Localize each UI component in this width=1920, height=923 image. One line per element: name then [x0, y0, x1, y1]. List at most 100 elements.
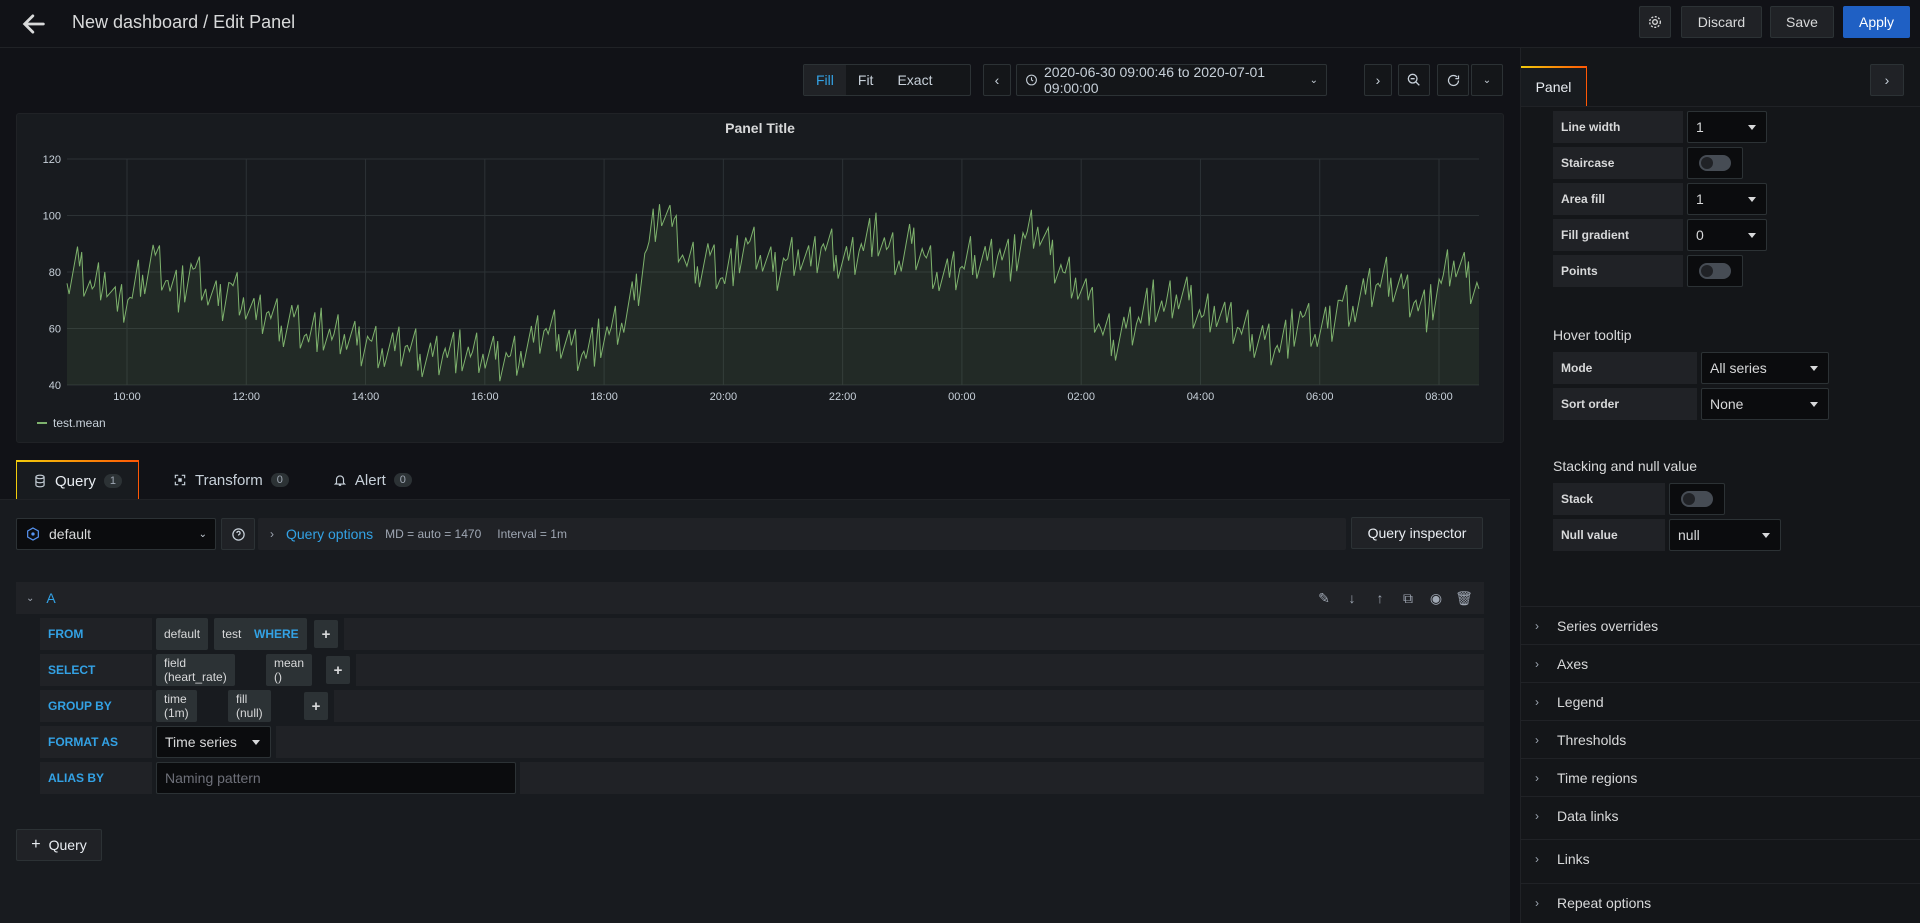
area-fill-label: Area fill	[1553, 183, 1683, 215]
section-label: Axes	[1557, 655, 1589, 672]
format-as-select[interactable]: Time series	[156, 726, 271, 758]
zoom-out-button[interactable]	[1398, 64, 1430, 96]
sort-order-select[interactable]: None	[1701, 388, 1829, 420]
max-datapoints-text: MD = auto = 1470	[385, 527, 482, 541]
time-shift-forward-button[interactable]: ›	[1364, 64, 1392, 96]
x-tick-label: 02:00	[1067, 391, 1095, 403]
add-query-label: Query	[48, 837, 87, 853]
fit-mode-button[interactable]: Fit	[846, 65, 886, 95]
query-options-label: Query options	[286, 526, 374, 542]
section-time-regions[interactable]: › Time regions	[1521, 758, 1920, 796]
area-fill-select[interactable]: 1	[1687, 183, 1767, 215]
add-group-by-button[interactable]: +	[304, 692, 328, 720]
section-legend[interactable]: › Legend	[1521, 682, 1920, 720]
fill-mode-button[interactable]: Fill	[804, 65, 846, 95]
caret-down-icon	[1810, 366, 1818, 371]
fill-gradient-select[interactable]: 0	[1687, 219, 1767, 251]
add-query-button[interactable]: + Query	[16, 829, 102, 861]
query-inspector-button[interactable]: Query inspector	[1351, 517, 1483, 549]
save-button[interactable]: Save	[1770, 6, 1834, 38]
chevron-down-icon: ⌄	[1482, 74, 1492, 86]
mode-select[interactable]: All series	[1701, 352, 1829, 384]
section-label: Repeat options	[1557, 894, 1652, 911]
trash-icon[interactable]: 🗑	[1455, 590, 1473, 606]
exact-mode-button[interactable]: Exact	[885, 65, 944, 95]
from-keyword: FROM	[40, 618, 152, 650]
line-width-select[interactable]: 1	[1687, 111, 1767, 143]
refresh-button[interactable]	[1437, 64, 1469, 96]
tab-query-count: 1	[103, 474, 122, 488]
tab-query[interactable]: Query 1	[16, 460, 139, 500]
discard-button[interactable]: Discard	[1681, 6, 1762, 38]
points-toggle[interactable]	[1687, 255, 1743, 287]
select-field-segment[interactable]: field (heart_rate)	[156, 654, 235, 686]
caret-down-icon	[252, 740, 260, 745]
apply-button[interactable]: Apply	[1843, 6, 1910, 38]
query-options-bar[interactable]: › Query options MD = auto = 1470 Interva…	[258, 518, 1346, 550]
graph-chart: 40 60 80 100 120 10:00 12:00 14:00 16:00 18:00 20:…	[43, 154, 1480, 403]
legend-label[interactable]: test.mean	[53, 416, 106, 430]
x-tick-label: 08:00	[1425, 391, 1453, 403]
caret-down-icon	[1810, 402, 1818, 407]
chevron-right-icon: ›	[1535, 694, 1539, 709]
section-axes[interactable]: › Axes	[1521, 644, 1920, 682]
time-range-picker[interactable]: 2020-06-30 09:00:46 to 2020-07-01 09:00:…	[1016, 64, 1327, 96]
eye-icon[interactable]: ◉	[1428, 590, 1444, 606]
section-repeat-options[interactable]: › Repeat options	[1521, 883, 1920, 921]
section-series-overrides[interactable]: › Series overrides	[1521, 606, 1920, 644]
options-pane: Panel › Line width 1 Staircase Area fill…	[1520, 48, 1920, 923]
hover-tooltip-title: Hover tooltip	[1553, 327, 1632, 343]
from-measurement-segment[interactable]: test	[214, 618, 250, 650]
refresh-icon	[1447, 74, 1459, 86]
chevron-right-icon: ›	[1535, 895, 1539, 910]
chevron-right-icon: ›	[1535, 770, 1539, 785]
staircase-toggle[interactable]	[1687, 147, 1743, 179]
transform-icon	[174, 474, 186, 486]
tab-transform-count: 0	[270, 473, 289, 487]
collapse-pane-button[interactable]: ›	[1870, 64, 1904, 96]
y-tick-label: 40	[49, 380, 61, 392]
chevron-right-icon: ›	[1375, 72, 1381, 88]
where-keyword[interactable]: WHERE	[246, 618, 307, 650]
stack-toggle[interactable]	[1669, 483, 1725, 515]
y-tick-label: 120	[43, 154, 61, 166]
refresh-interval-dropdown[interactable]: ⌄	[1471, 64, 1503, 96]
alias-input[interactable]: Naming pattern	[156, 762, 516, 794]
from-database-segment[interactable]: default	[156, 618, 209, 650]
time-range-text: 2020-06-30 09:00:46 to 2020-07-01 09:00:…	[1044, 64, 1266, 96]
datasource-picker[interactable]: default ⌄	[16, 518, 216, 550]
move-up-icon[interactable]: ↑	[1372, 590, 1388, 606]
duplicate-icon[interactable]: ⧉	[1400, 590, 1416, 606]
datasource-help-button[interactable]	[221, 518, 255, 550]
null-value-value: null	[1678, 527, 1700, 543]
add-select-button[interactable]: +	[326, 656, 350, 684]
tab-panel[interactable]: Panel	[1521, 66, 1587, 106]
null-value-select[interactable]: null	[1669, 519, 1781, 551]
row-fill	[276, 726, 1484, 758]
x-tick-label: 06:00	[1306, 391, 1334, 403]
query-row-header[interactable]: ⌄ A ✎ ↓ ↑ ⧉ ◉ 🗑	[16, 582, 1484, 614]
select-function-segment[interactable]: mean ()	[266, 654, 313, 686]
section-data-links[interactable]: › Data links	[1521, 796, 1920, 834]
move-down-icon[interactable]: ↓	[1344, 590, 1360, 606]
interval-text: Interval = 1m	[497, 527, 567, 541]
section-links[interactable]: › Links	[1521, 839, 1920, 877]
tab-transform[interactable]: Transform 0	[157, 460, 305, 500]
section-thresholds[interactable]: › Thresholds	[1521, 720, 1920, 758]
group-by-fill-segment[interactable]: fill (null)	[228, 690, 271, 722]
y-tick-label: 60	[49, 324, 61, 336]
fill-gradient-label: Fill gradient	[1553, 219, 1683, 251]
edit-icon[interactable]: ✎	[1316, 590, 1332, 606]
null-value-label: Null value	[1553, 519, 1665, 551]
group-by-time-segment[interactable]: time (1m)	[156, 690, 197, 722]
tab-alert[interactable]: Alert 0	[317, 460, 428, 500]
settings-button[interactable]	[1639, 6, 1671, 38]
back-arrow-icon[interactable]	[20, 10, 48, 38]
section-label: Thresholds	[1557, 731, 1627, 748]
add-where-button[interactable]: +	[314, 620, 338, 648]
legend: test.mean	[37, 416, 106, 430]
section-label: Data links	[1557, 807, 1619, 824]
chevron-right-icon: ›	[1535, 851, 1539, 866]
chevron-down-icon[interactable]: ⌄	[26, 593, 34, 604]
time-shift-back-button[interactable]: ‹	[983, 64, 1011, 96]
